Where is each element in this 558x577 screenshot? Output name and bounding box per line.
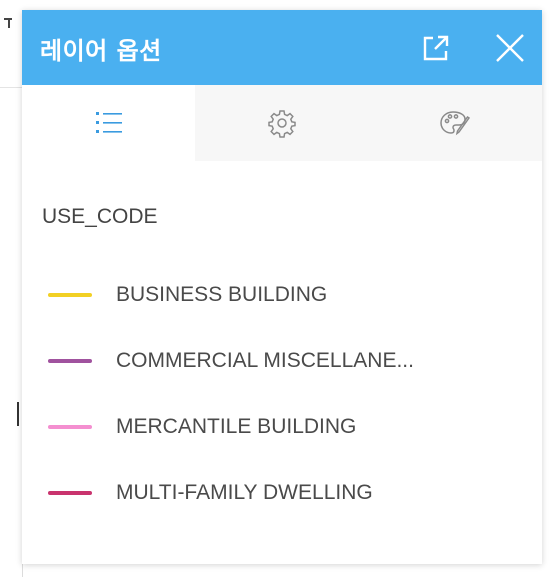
legend-label: MULTI-FAMILY DWELLING	[116, 481, 373, 504]
legend-item: MULTI-FAMILY DWELLING	[48, 478, 528, 508]
legend-swatch	[48, 293, 92, 297]
tab-style[interactable]	[368, 85, 542, 161]
close-button[interactable]	[492, 30, 528, 66]
background-fragment	[8, 18, 10, 28]
background-divider	[22, 564, 23, 577]
background-divider	[0, 87, 22, 88]
list-icon	[95, 112, 122, 133]
tab-legend[interactable]	[22, 85, 196, 161]
legend-swatch	[48, 491, 92, 495]
legend-label: COMMERCIAL MISCELLANE...	[116, 349, 414, 372]
legend-swatch	[48, 425, 92, 429]
legend-field-name: USE_CODE	[42, 205, 158, 228]
palette-icon	[440, 111, 471, 136]
background-cursor-mark	[17, 402, 19, 426]
legend-content: USE_CODE BUSINESS BUILDING COMMERCIAL MI…	[22, 161, 542, 564]
panel-header: 레이어 옵션	[22, 10, 542, 85]
tab-settings[interactable]	[195, 85, 369, 161]
panel-title: 레이어 옵션	[40, 37, 162, 65]
legend-label: MERCANTILE BUILDING	[116, 415, 357, 438]
popout-icon	[423, 35, 449, 61]
gear-icon	[268, 110, 296, 138]
page: 레이어 옵션 USE_CODE BUSINESS BUILDING COMMER…	[0, 0, 558, 577]
legend-swatch	[48, 359, 92, 363]
popout-button[interactable]	[418, 30, 454, 66]
legend-item: BUSINESS BUILDING	[48, 280, 528, 310]
layer-options-panel: 레이어 옵션 USE_CODE BUSINESS BUILDING COMMER…	[22, 10, 542, 564]
legend-item: MERCANTILE BUILDING	[48, 412, 528, 442]
legend-label: BUSINESS BUILDING	[116, 283, 328, 306]
close-icon	[496, 34, 524, 62]
legend-item: COMMERCIAL MISCELLANE...	[48, 346, 528, 376]
panel-tabs	[22, 85, 542, 161]
